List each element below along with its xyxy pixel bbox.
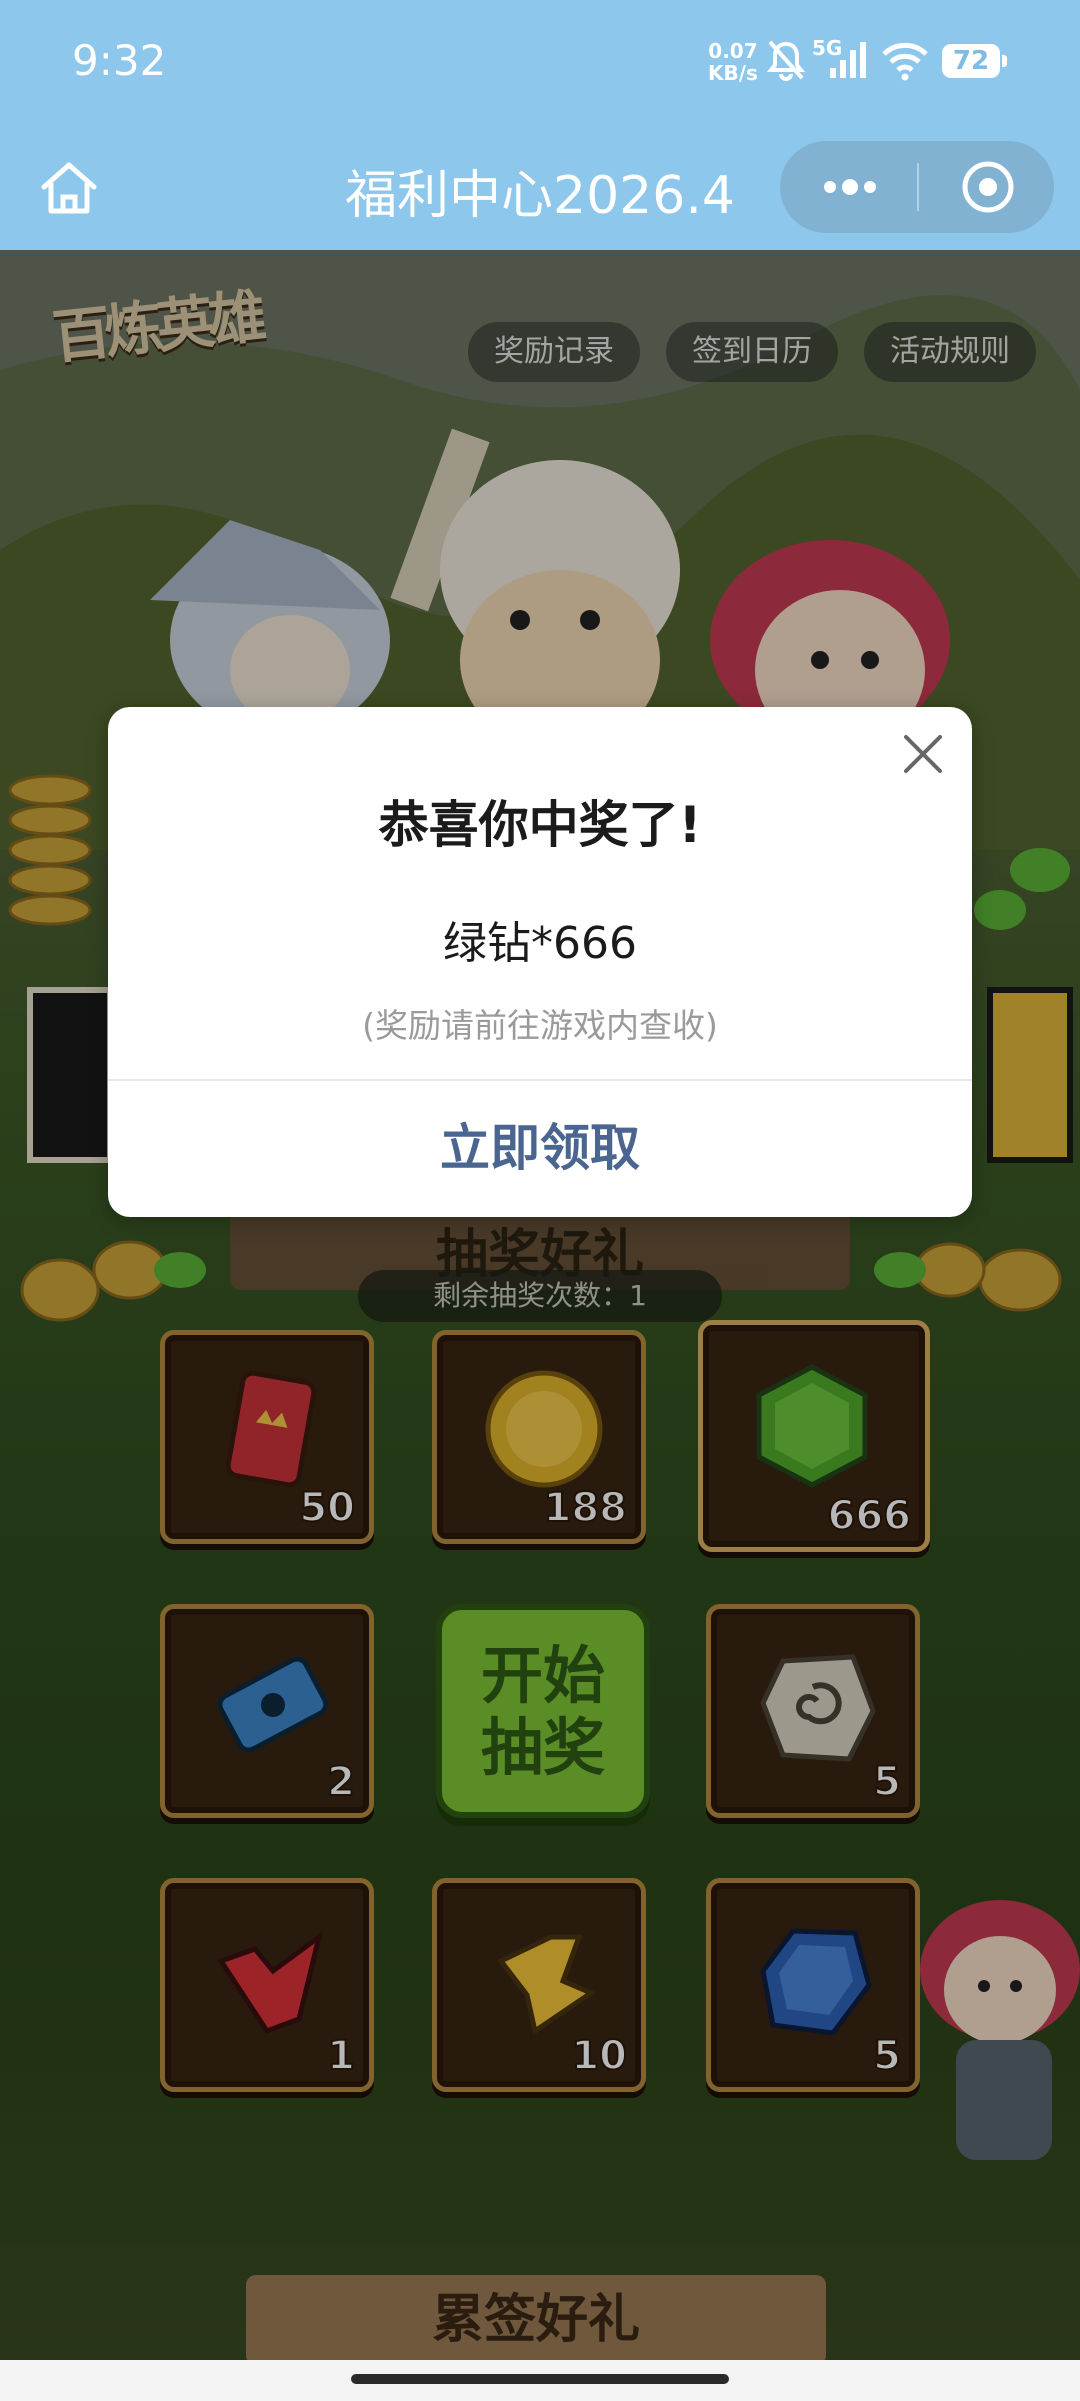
- prize-won-dialog: 恭喜你中奖了! 绿钻*666 (奖励请前往游戏内查收) 立即领取: [108, 707, 972, 1217]
- signal-icon: [830, 42, 866, 78]
- claim-hint: (奖励请前往游戏内查收): [362, 1006, 718, 1045]
- net-speed-unit: KB/s: [708, 61, 758, 85]
- game-event-page: 百炼英雄 奖励记录 签到日历 活动规则 抽奖好礼 剩余抽奖次数：1 50 188…: [0, 250, 1080, 2360]
- close-mini-program-icon[interactable]: [960, 159, 1016, 215]
- system-navigation-bar: [0, 2360, 1080, 2401]
- claim-now-button[interactable]: 立即领取: [108, 1079, 972, 1217]
- modal-backdrop[interactable]: [0, 250, 1080, 2360]
- mini-program-nav-bar: 福利中心2026.4: [0, 125, 1080, 250]
- status-bar: 9:32 0.07 KB/s 5G 72: [0, 0, 1080, 125]
- status-time: 9:32: [72, 36, 167, 85]
- bell-muted-icon: [766, 40, 806, 81]
- more-icon[interactable]: [820, 169, 880, 205]
- close-icon[interactable]: [900, 731, 946, 777]
- battery-indicator: 72: [942, 44, 1007, 78]
- capsule-menu: [780, 141, 1054, 233]
- prize-text: 绿钻*666: [443, 918, 637, 969]
- dialog-title: 恭喜你中奖了!: [378, 796, 702, 854]
- net-speed: 0.07 KB/s: [708, 40, 758, 84]
- wifi-icon: [882, 42, 928, 81]
- net-speed-value: 0.07: [708, 39, 758, 63]
- capsule-divider: [917, 163, 919, 211]
- gesture-handle[interactable]: [351, 2374, 729, 2384]
